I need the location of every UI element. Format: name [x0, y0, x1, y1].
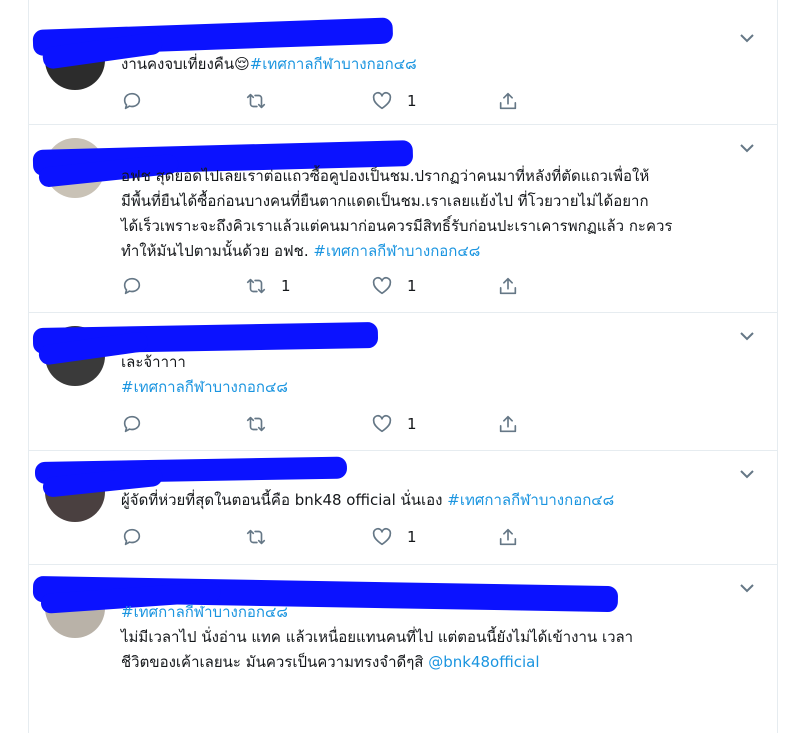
share-icon	[499, 277, 517, 295]
retweet-button[interactable]	[245, 525, 281, 549]
share-icon	[499, 528, 517, 546]
retweet-button[interactable]	[245, 89, 281, 113]
like-button[interactable]: 1	[371, 89, 417, 113]
retweet-icon	[246, 529, 266, 545]
tweet-line: ชีวิตของเค้าเลยนะ มันควรเป็นความทรงจำดีๆ…	[121, 653, 424, 671]
like-icon	[372, 91, 392, 110]
tweet[interactable]: #เทศกาลกีฬาบางกอก๔๘ ไม่มีเวลาไป นั่งอ่าน…	[29, 564, 777, 733]
tweet-body: งานคงจบเที่ยงคืน😌	[121, 55, 250, 73]
reply-button[interactable]	[121, 412, 157, 436]
tweet[interactable]: ผู้จัดที่ห่วยที่สุดในตอนนี้คือ bnk48 off…	[29, 450, 777, 565]
hashtag-link[interactable]: #เทศกาลกีฬาบางกอก๔๘	[121, 375, 761, 400]
share-button[interactable]	[497, 274, 519, 298]
tweet-actions: 1	[121, 412, 561, 436]
chevron-down-icon[interactable]	[737, 464, 757, 484]
tweet-line: ไม่มีเวลาไป นั่งอ่าน แทค แล้วเหนื่อยแทนค…	[121, 628, 634, 646]
retweet-button[interactable]: 1	[245, 274, 291, 298]
timeline: งานคงจบเที่ยงคืน😌#เทศกาลกีฬาบางกอก๔๘ 1 อ…	[28, 0, 778, 733]
tweet-line: ได้เร็วเพราะจะถึงคิวเราแล้วแต่คนมาก่อนคว…	[121, 217, 673, 235]
tweet-text: งานคงจบเที่ยงคืน😌#เทศกาลกีฬาบางกอก๔๘	[121, 52, 761, 77]
like-button[interactable]: 1	[371, 525, 417, 549]
tweet[interactable]: อฟช สุดยอดไปเลยเราต่อแถวซื้อคูปองเป็นชม.…	[29, 124, 777, 313]
like-count: 1	[407, 415, 417, 433]
like-icon	[372, 414, 392, 433]
share-button[interactable]	[497, 412, 519, 436]
tweet[interactable]: งานคงจบเที่ยงคืน😌#เทศกาลกีฬาบางกอก๔๘ 1	[29, 0, 777, 125]
like-button[interactable]: 1	[371, 274, 417, 298]
tweet-text: ผู้จัดที่ห่วยที่สุดในตอนนี้คือ bnk48 off…	[121, 488, 761, 513]
tweet-line: อฟช สุดยอดไปเลยเราต่อแถวซื้อคูปองเป็นชม.…	[121, 167, 650, 185]
tweet-actions: 1	[121, 525, 561, 549]
reply-button[interactable]	[121, 525, 157, 549]
hashtag-link[interactable]: #เทศกาลกีฬาบางกอก๔๘	[447, 491, 614, 509]
retweet-icon	[246, 278, 266, 294]
share-button[interactable]	[497, 89, 519, 113]
like-icon	[372, 527, 392, 546]
reply-button[interactable]	[121, 89, 157, 113]
hashtag-link[interactable]: #เทศกาลกีฬาบางกอก๔๘	[313, 242, 480, 260]
retweet-button[interactable]	[245, 412, 281, 436]
tweet-line: มีพื้นที่ยืนได้ซื้อก่อนบางคนที่ยืนตากแดด…	[121, 192, 649, 210]
tweet-body: ผู้จัดที่ห่วยที่สุดในตอนนี้คือ bnk48 off…	[121, 491, 443, 509]
hashtag-link[interactable]: #เทศกาลกีฬาบางกอก๔๘	[250, 55, 417, 73]
chevron-down-icon[interactable]	[737, 28, 757, 48]
mention-link[interactable]: @bnk48official	[428, 653, 539, 671]
hashtag-link[interactable]: #เทศกาลกีฬาบางกอก๔๘	[121, 600, 761, 625]
tweet-line: ทำให้มันไปตามนั้นด้วย อฟช.	[121, 242, 309, 260]
tweet[interactable]: เละจ้าาาา #เทศกาลกีฬาบางกอก๔๘ 1	[29, 312, 777, 451]
like-button[interactable]: 1	[371, 412, 417, 436]
reply-button[interactable]	[121, 274, 157, 298]
like-icon	[372, 276, 392, 295]
chevron-down-icon[interactable]	[737, 578, 757, 598]
retweet-icon	[246, 93, 266, 109]
like-count: 1	[407, 277, 417, 295]
retweet-icon	[246, 416, 266, 432]
chevron-down-icon[interactable]	[737, 138, 757, 158]
like-count: 1	[407, 528, 417, 546]
tweet-text: #เทศกาลกีฬาบางกอก๔๘ ไม่มีเวลาไป นั่งอ่าน…	[121, 600, 761, 675]
reply-icon	[123, 92, 141, 110]
share-icon	[499, 92, 517, 110]
tweet-text: อฟช สุดยอดไปเลยเราต่อแถวซื้อคูปองเป็นชม.…	[121, 164, 761, 264]
reply-icon	[123, 528, 141, 546]
tweet-actions: 1	[121, 89, 561, 113]
chevron-down-icon[interactable]	[737, 326, 757, 346]
tweet-text: เละจ้าาาา #เทศกาลกีฬาบางกอก๔๘	[121, 350, 761, 400]
reply-icon	[123, 415, 141, 433]
share-icon	[499, 415, 517, 433]
share-button[interactable]	[497, 525, 519, 549]
like-count: 1	[407, 92, 417, 110]
reply-icon	[123, 277, 141, 295]
tweet-actions: 1 1	[121, 274, 561, 298]
tweet-body: เละจ้าาาา	[121, 353, 186, 371]
retweet-count: 1	[281, 277, 291, 295]
